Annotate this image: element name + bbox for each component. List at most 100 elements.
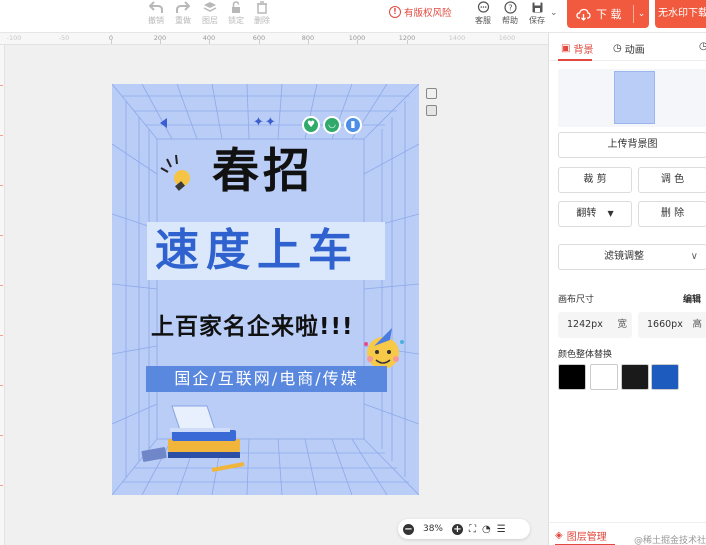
vertical-ruler [0, 45, 5, 545]
upload-background-button[interactable]: 上传背景图 [558, 132, 706, 158]
watermark-text: @稀土掘金技术社区 [634, 536, 706, 545]
width-unit: 宽 [617, 319, 627, 330]
color-swatch[interactable] [558, 364, 586, 390]
service-label: 客服 [475, 16, 491, 25]
lightbulb-icon [160, 154, 190, 191]
ruler-tick: -100 [6, 34, 22, 42]
customer-service-button[interactable]: 客服 [469, 0, 497, 30]
align-icon[interactable]: ☰ [497, 524, 506, 535]
active-tab-indicator [558, 59, 592, 61]
history-icon[interactable]: ◔ [482, 524, 491, 535]
ruler-tick: -50 [58, 34, 70, 42]
save-dropdown-chevron-icon[interactable]: ⌄ [550, 8, 558, 18]
properties-panel: ▣ 背景 ◷ 动画 ◷ 上传背景图 裁 剪 调 色 翻转 ▼ 删 除 滤镜调整 … [548, 33, 706, 545]
canvas-width-value: 1242px [567, 319, 603, 330]
caret-down-icon: ▼ [607, 209, 614, 218]
fullscreen-icon[interactable] [426, 88, 437, 99]
ruler-tick: 1600 [498, 34, 516, 42]
save-label: 保存 [529, 16, 545, 25]
chat-icon [477, 1, 489, 13]
help-label: 帮助 [502, 16, 518, 25]
color-replace-label: 颜色整体替换 [558, 350, 613, 360]
layers-button[interactable]: 图层 [196, 0, 224, 30]
layers-icon [203, 2, 217, 12]
color-swatch[interactable] [651, 364, 679, 390]
svg-text:?: ? [508, 4, 512, 13]
fit-screen-icon[interactable]: ⛶ [469, 524, 476, 535]
poster-title[interactable]: 春招 [212, 148, 314, 195]
tab-background-label: 背景 [573, 45, 594, 56]
zoom-control: − 38% + ⛶ ◔ ☰ [398, 519, 530, 539]
layer-manager-label: 图层管理 [566, 532, 607, 543]
cloud-download-icon [576, 8, 591, 21]
party-face-icon [364, 328, 404, 369]
flip-label: 翻转 [576, 208, 597, 219]
horizontal-ruler: -100 -50 0 200 400 600 800 1000 1200 140… [0, 33, 548, 45]
triangle-decoration [160, 118, 167, 128]
zoom-out-button[interactable]: − [403, 523, 414, 535]
zoom-level: 38% [422, 524, 443, 534]
redo-button[interactable]: 重做 [169, 0, 197, 30]
download-button[interactable]: 下 载 ⌄ [567, 0, 649, 28]
layer-manager-tab[interactable]: ◈ 图层管理 [555, 528, 607, 543]
lock-icon [232, 1, 240, 13]
filter-adjust-dropdown[interactable]: 滤镜调整 ∨ [558, 244, 706, 270]
background-preview [558, 69, 706, 127]
canvas-height-field[interactable]: 1660px 高 [638, 312, 706, 338]
heart-badge-icon: ♥ [302, 116, 320, 134]
flip-dropdown[interactable]: 翻转 ▼ [558, 201, 632, 227]
copy-page-icon[interactable] [426, 105, 437, 116]
tab-animation-label: 动画 [624, 45, 645, 56]
tint-button[interactable]: 调 色 [638, 167, 706, 193]
top-toolbar: 撤销 重做 图层 锁定 删除 ! 有版权风险 客服 ? 帮助 保存 ⌄ 下 载 … [0, 0, 706, 33]
poster-headline[interactable]: 速度上车 [155, 224, 359, 278]
color-swatch[interactable] [590, 364, 618, 390]
trash-icon [257, 1, 267, 14]
zoom-in-button[interactable]: + [452, 523, 463, 535]
panel-tabs: ▣ 背景 ◷ 动画 ◷ [549, 33, 706, 61]
canvas-width-field[interactable]: 1242px 宽 [558, 312, 632, 338]
save-button[interactable]: 保存 [523, 0, 551, 30]
canvas-size-label: 画布尺寸 [558, 295, 595, 305]
tab-more[interactable]: ◷ [699, 41, 706, 52]
lock-label: 锁定 [228, 16, 244, 25]
tab-animation[interactable]: ◷ 动画 [613, 41, 645, 56]
help-button[interactable]: ? 帮助 [496, 0, 524, 30]
cart-badge-icon: ◡ [323, 116, 341, 134]
copyright-risk-link[interactable]: ! 有版权风险 [389, 5, 452, 19]
layers-icon: ◈ [555, 530, 563, 541]
help-icon: ? [503, 1, 517, 14]
copyright-risk-label: 有版权风险 [404, 8, 452, 19]
poster-subheadline[interactable]: 上百家名企来啦!!! [151, 307, 353, 341]
ruler-tick: 1400 [448, 34, 466, 42]
download-label: 下 载 [596, 8, 622, 21]
edit-size-link[interactable]: 编辑 [683, 292, 701, 305]
sparkle-decoration: ✦✦ [253, 115, 277, 130]
height-unit: 高 [692, 319, 702, 330]
chevron-down-icon: ∨ [690, 251, 698, 262]
warning-icon: ! [389, 6, 401, 18]
canvas-height-value: 1660px [647, 319, 683, 330]
undo-button[interactable]: 撤销 [142, 0, 170, 30]
lock-button[interactable]: 锁定 [222, 0, 250, 30]
crop-button[interactable]: 裁 剪 [558, 167, 632, 193]
redo-label: 重做 [175, 16, 191, 25]
delete-label: 删除 [254, 16, 270, 25]
remove-button[interactable]: 删 除 [638, 201, 706, 227]
image-icon: ▣ [561, 43, 571, 54]
poster-industry-strip[interactable]: 国企/互联网/电商/传媒 [146, 366, 387, 392]
save-icon [532, 2, 542, 13]
bookmark-badge-icon: ▮ [344, 116, 362, 134]
clock-icon: ◷ [613, 43, 622, 54]
download-dropdown-chevron-icon[interactable]: ⌄ [634, 9, 649, 19]
redo-icon [176, 1, 190, 13]
layers-label: 图层 [202, 16, 218, 25]
background-thumbnail[interactable] [614, 71, 655, 124]
filter-label: 滤镜调整 [604, 251, 644, 262]
color-swatch[interactable] [621, 364, 649, 390]
no-watermark-download-button[interactable]: 无水印下载 [655, 0, 706, 28]
undo-label: 撤销 [148, 16, 164, 25]
undo-icon [149, 1, 163, 13]
tab-background[interactable]: ▣ 背景 [561, 41, 593, 56]
delete-button[interactable]: 删除 [248, 0, 276, 30]
